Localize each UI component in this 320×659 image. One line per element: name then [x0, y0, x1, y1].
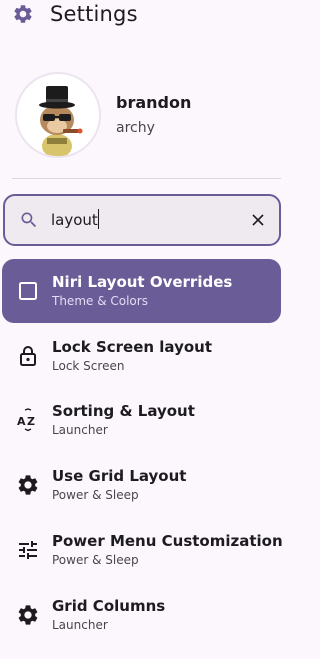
- result-item-power-menu-customization[interactable]: Power Menu Customization Power & Sleep: [2, 518, 283, 582]
- result-label: Grid Columns: [52, 597, 166, 615]
- user-name: brandon: [116, 93, 192, 112]
- divider: [12, 178, 281, 179]
- result-item-grid-columns[interactable]: Grid Columns Launcher: [2, 583, 281, 647]
- tune-icon: [16, 538, 40, 562]
- gear-icon: [16, 473, 40, 497]
- close-icon[interactable]: [248, 210, 268, 230]
- result-item-use-grid-layout[interactable]: Use Grid Layout Power & Sleep: [2, 453, 281, 517]
- user-subtitle: archy: [116, 120, 155, 136]
- user-profile: brandon archy: [0, 60, 311, 170]
- result-label: Sorting & Layout: [52, 402, 195, 420]
- result-label: Use Grid Layout: [52, 467, 187, 485]
- gear-icon: [16, 603, 40, 627]
- result-category: Theme & Colors: [52, 294, 148, 308]
- result-label: Lock Screen layout: [52, 338, 213, 356]
- checkbox-icon: [16, 279, 40, 303]
- result-label: Power Menu Customization: [52, 532, 283, 550]
- result-item-sorting-layout[interactable]: A Z Sorting & Layout Launcher: [2, 388, 281, 452]
- avatar[interactable]: [15, 72, 101, 158]
- sort-az-icon: A Z: [16, 408, 40, 432]
- lock-icon: [16, 344, 40, 368]
- gear-icon: [12, 3, 34, 25]
- settings-header: Settings: [0, 0, 311, 32]
- result-category: Power & Sleep: [52, 553, 139, 567]
- result-category: Launcher: [52, 618, 108, 632]
- result-item-niri-layout-overrides[interactable]: Niri Layout Overrides Theme & Colors: [2, 259, 281, 323]
- svg-text:Z: Z: [27, 415, 35, 428]
- result-item-lock-screen-layout[interactable]: Lock Screen layout Lock Screen: [2, 324, 281, 388]
- search-icon: [19, 210, 39, 230]
- page-title: Settings: [50, 2, 138, 26]
- result-label: Niri Layout Overrides: [52, 273, 233, 291]
- text-cursor: [98, 209, 99, 229]
- search-box[interactable]: [3, 194, 281, 246]
- result-category: Launcher: [52, 423, 108, 437]
- svg-text:A: A: [17, 415, 26, 428]
- result-category: Power & Sleep: [52, 488, 139, 502]
- search-input[interactable]: [51, 207, 231, 233]
- result-category: Lock Screen: [52, 359, 125, 373]
